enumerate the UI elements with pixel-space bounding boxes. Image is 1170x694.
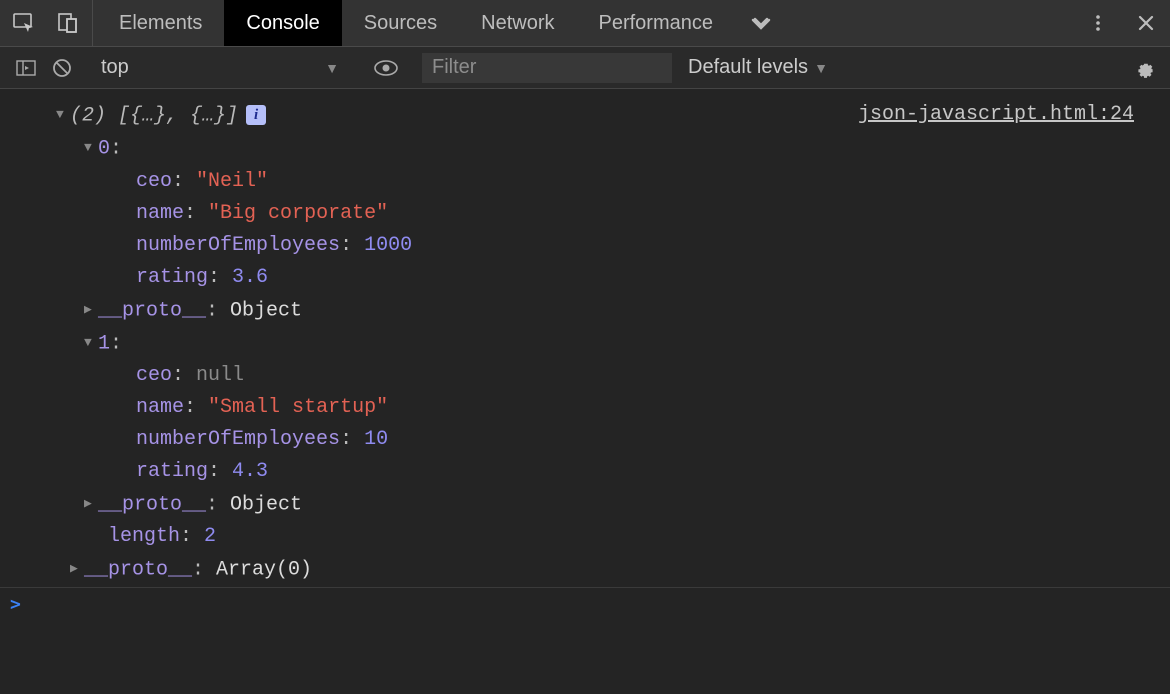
property-key: ceo — [136, 364, 172, 387]
object-tree: (2) [{…}, {…}] i 0: ceo: "Neil" name: "Bi… — [8, 99, 412, 587]
inspect-element-icon[interactable] — [0, 0, 48, 46]
proto-value: Object — [230, 493, 302, 516]
property-key: numberOfEmployees — [136, 428, 340, 451]
property-row[interactable]: numberOfEmployees: 10 — [56, 424, 412, 456]
property-row[interactable]: numberOfEmployees: 1000 — [56, 230, 412, 262]
live-expression-icon[interactable] — [368, 53, 404, 83]
property-value: 3.6 — [232, 266, 268, 289]
expand-arrow-icon[interactable] — [56, 99, 70, 131]
expand-arrow-icon[interactable] — [84, 327, 98, 359]
property-key: name — [136, 396, 184, 419]
toggle-sidebar-icon[interactable] — [8, 53, 44, 83]
prompt-chevron-icon: > — [10, 594, 21, 615]
property-value: null — [196, 364, 244, 387]
property-key: rating — [136, 266, 208, 289]
devtools-tabbar: Elements Console Sources Network Perform… — [0, 0, 1170, 47]
length-value: 2 — [204, 525, 216, 548]
object-index-row[interactable]: 1: — [56, 327, 412, 360]
object-index: 0 — [98, 138, 110, 161]
execution-context-select[interactable]: top ▼ — [90, 53, 350, 83]
length-key: length — [108, 525, 180, 548]
tab-console[interactable]: Console — [224, 0, 341, 46]
property-value: "Neil" — [196, 170, 268, 193]
property-row[interactable]: ceo: null — [56, 360, 412, 392]
filter-input[interactable] — [422, 53, 672, 83]
object-index-row[interactable]: 0: — [56, 132, 412, 165]
tab-sources[interactable]: Sources — [342, 0, 459, 46]
proto-key: __proto__ — [84, 559, 192, 582]
chevron-down-icon: ▼ — [814, 60, 828, 76]
expand-arrow-icon[interactable] — [84, 132, 98, 164]
console-output: (2) [{…}, {…}] i 0: ceo: "Neil" name: "Bi… — [0, 89, 1170, 587]
object-index: 1 — [98, 332, 110, 355]
panel-tabs: Elements Console Sources Network Perform… — [97, 0, 787, 46]
log-levels-select[interactable]: Default levels ▼ — [688, 56, 828, 79]
more-tabs-icon[interactable] — [735, 0, 787, 46]
source-link[interactable]: json-javascript.html:24 — [858, 99, 1134, 131]
property-value: 4.3 — [232, 460, 268, 483]
array-preview-text: (2) [{…}, {…}] — [70, 104, 238, 127]
expand-arrow-icon[interactable] — [84, 488, 98, 520]
tab-network[interactable]: Network — [459, 0, 576, 46]
property-key: rating — [136, 460, 208, 483]
proto-row[interactable]: __proto__: Object — [56, 294, 412, 327]
proto-value: Object — [230, 299, 302, 322]
log-entry: (2) [{…}, {…}] i 0: ceo: "Neil" name: "Bi… — [8, 99, 1162, 587]
property-value: "Big corporate" — [208, 202, 388, 225]
property-row[interactable]: name: "Small startup" — [56, 392, 412, 424]
proto-row[interactable]: __proto__: Object — [56, 488, 412, 521]
proto-value: Array(0) — [216, 559, 312, 582]
tab-performance[interactable]: Performance — [577, 0, 736, 46]
console-prompt[interactable]: > — [0, 587, 1170, 635]
property-value: 1000 — [364, 234, 412, 257]
device-toolbar-icon[interactable] — [48, 0, 88, 46]
expand-arrow-icon[interactable] — [84, 294, 98, 326]
property-key: name — [136, 202, 184, 225]
context-label: top — [101, 56, 129, 79]
property-row[interactable]: ceo: "Neil" — [56, 166, 412, 198]
kebab-menu-icon[interactable] — [1074, 0, 1122, 46]
clear-console-icon[interactable] — [44, 53, 80, 83]
separator — [92, 0, 93, 46]
console-settings-icon[interactable] — [1128, 58, 1162, 78]
proto-key: __proto__ — [98, 299, 206, 322]
property-value: "Small startup" — [208, 396, 388, 419]
length-row[interactable]: length: 2 — [56, 521, 412, 553]
property-key: numberOfEmployees — [136, 234, 340, 257]
property-key: ceo — [136, 170, 172, 193]
close-icon[interactable] — [1122, 0, 1170, 46]
tab-elements[interactable]: Elements — [97, 0, 224, 46]
property-row[interactable]: rating: 3.6 — [56, 262, 412, 294]
array-preview-row[interactable]: (2) [{…}, {…}] i — [56, 99, 412, 132]
expand-arrow-icon[interactable] — [70, 553, 84, 585]
proto-key: __proto__ — [98, 493, 206, 516]
property-row[interactable]: name: "Big corporate" — [56, 198, 412, 230]
property-value: 10 — [364, 428, 388, 451]
info-badge-icon[interactable]: i — [246, 105, 266, 125]
console-toolbar: top ▼ Default levels ▼ — [0, 47, 1170, 89]
property-row[interactable]: rating: 4.3 — [56, 456, 412, 488]
levels-label: Default levels — [688, 56, 808, 79]
chevron-down-icon: ▼ — [325, 60, 339, 76]
array-proto-row[interactable]: __proto__: Array(0) — [56, 553, 412, 586]
